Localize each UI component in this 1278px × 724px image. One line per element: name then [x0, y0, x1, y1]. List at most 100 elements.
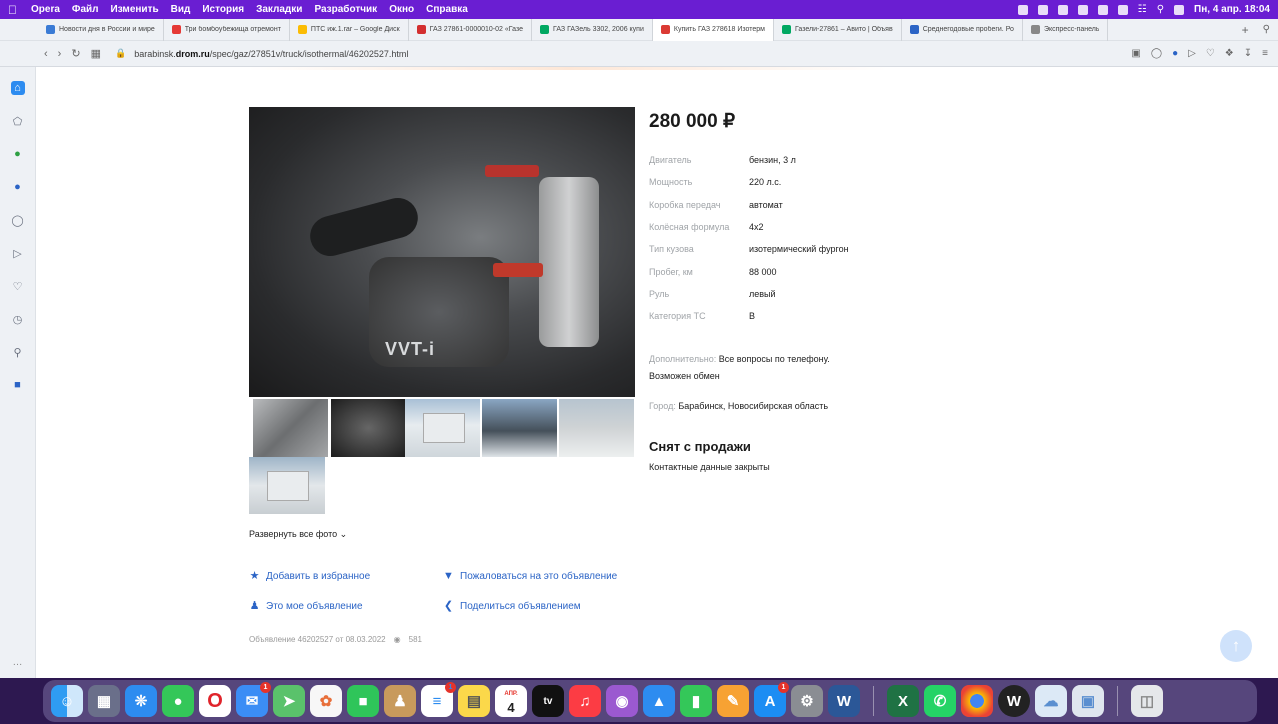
- browser-tab[interactable]: ГАЗ ГАЗель 3302, 2006 купи: [532, 18, 653, 41]
- whatsapp-dock-icon[interactable]: ✆: [924, 685, 956, 717]
- mail-icon[interactable]: ✉ 1: [236, 682, 271, 717]
- menu-bookmarks[interactable]: Закладки: [256, 4, 302, 15]
- status-icon[interactable]: [1097, 4, 1108, 15]
- browser-tab[interactable]: Три бомбоубежища отремонт: [164, 18, 290, 41]
- home-icon[interactable]: ⌂: [10, 81, 25, 95]
- app-w-icon[interactable]: W: [998, 685, 1030, 717]
- messages-icon[interactable]: ●: [162, 685, 194, 717]
- reminders-icon[interactable]: ≡ 1: [421, 682, 456, 717]
- contacts-icon[interactable]: ♟: [384, 685, 416, 717]
- menu-history[interactable]: История: [202, 4, 244, 15]
- photos-icon[interactable]: ✿: [310, 685, 342, 717]
- forward-icon[interactable]: ›: [58, 48, 62, 60]
- pages-icon[interactable]: ✎: [717, 685, 749, 717]
- translate-icon[interactable]: ■: [11, 378, 25, 392]
- lock-icon[interactable]: 🔒: [115, 48, 126, 59]
- expand-photos-link[interactable]: Развернуть все фото ⌄: [249, 529, 347, 540]
- thumbnail-photo[interactable]: [405, 399, 480, 457]
- share-link[interactable]: ❮ Поделиться объявлением: [443, 601, 581, 613]
- url-field[interactable]: barabinsk.drom.ru/spec/gaz/27851v/truck/…: [134, 49, 408, 59]
- trash-icon[interactable]: ◫: [1131, 685, 1163, 717]
- player-icon[interactable]: ▷: [1188, 48, 1196, 59]
- status-icon[interactable]: [1057, 4, 1068, 15]
- safari-icon[interactable]: ❊: [125, 685, 157, 717]
- browser-tab[interactable]: ГАЗ 27861-0000010-02 «Газе: [409, 18, 532, 41]
- cloud-app-icon[interactable]: ☁: [1035, 685, 1067, 717]
- vk-icon[interactable]: ●: [11, 180, 25, 194]
- status-icon[interactable]: [1017, 4, 1028, 15]
- thumbnail-photo[interactable]: [253, 399, 328, 457]
- menu-view[interactable]: Вид: [171, 4, 191, 15]
- my-listing-link[interactable]: ♟ Это мое объявление: [249, 601, 363, 613]
- snapshot-icon[interactable]: ▣: [1131, 48, 1140, 59]
- whatsapp-icon[interactable]: ◯: [11, 213, 25, 227]
- menu-edit[interactable]: Изменить: [111, 4, 159, 15]
- extensions-icon[interactable]: ❖: [1225, 48, 1234, 59]
- appstore-icon[interactable]: A1: [754, 682, 789, 717]
- menu-window[interactable]: Окно: [389, 4, 414, 15]
- podcasts-icon[interactable]: ◉: [606, 685, 638, 717]
- new-tab-button[interactable]: +: [1228, 23, 1263, 37]
- wifi-icon[interactable]: ☷: [1138, 4, 1147, 15]
- main-photo[interactable]: VVT-i: [249, 107, 635, 397]
- browser-tab[interactable]: Новости дня в России и мире: [38, 18, 164, 41]
- menu-file[interactable]: Файл: [72, 4, 99, 15]
- browser-tab[interactable]: ПТС иж.1.rar – Google Диск: [290, 18, 409, 41]
- launchpad-icon[interactable]: ▦: [88, 685, 120, 717]
- back-icon[interactable]: ‹: [44, 48, 48, 60]
- tab-favicon-icon: [540, 25, 549, 34]
- thumbnail-photo[interactable]: [249, 457, 325, 514]
- notes-icon[interactable]: ▤: [458, 685, 490, 717]
- pinboard-icon[interactable]: ⚲: [11, 345, 25, 359]
- control-center-icon[interactable]: [1174, 4, 1185, 15]
- appletv-icon[interactable]: tv: [532, 685, 564, 717]
- thumbnail-photo[interactable]: [331, 399, 406, 457]
- excel-icon[interactable]: X: [887, 685, 919, 717]
- calendar-icon[interactable]: АПР. 4: [495, 685, 527, 717]
- status-icon[interactable]: [1077, 4, 1088, 15]
- browser-tab[interactable]: Газели-27861 – Авито | Объяв: [774, 18, 902, 41]
- menu-developer[interactable]: Разработчик: [314, 4, 377, 15]
- finder-icon[interactable]: ☺: [51, 685, 83, 717]
- facetime-icon[interactable]: ■: [347, 685, 379, 717]
- sidebar-more-icon[interactable]: …: [13, 657, 23, 668]
- numbers-icon[interactable]: ▮: [680, 685, 712, 717]
- crypto-wallet-icon[interactable]: ⬠: [11, 114, 25, 128]
- browser-tab[interactable]: Экспресс-панель: [1023, 18, 1109, 41]
- favorites-sidebar-icon[interactable]: ♡: [11, 279, 25, 293]
- status-heading: Снят с продажи: [649, 439, 751, 455]
- player-sidebar-icon[interactable]: ▷: [11, 246, 25, 260]
- thumbnail-photo[interactable]: [482, 399, 557, 457]
- menu-app-name[interactable]: Opera: [31, 4, 60, 15]
- apple-menu-icon[interactable]: : [8, 3, 17, 17]
- chrome-icon[interactable]: [961, 685, 993, 717]
- browser-tab[interactable]: Купить ГАЗ 278618 Изотерм: [652, 18, 774, 41]
- spotlight-icon[interactable]: ⚲: [1157, 4, 1164, 15]
- status-icon[interactable]: [1037, 4, 1048, 15]
- music-icon[interactable]: ♫: [569, 685, 601, 717]
- scroll-top-button[interactable]: ↑: [1220, 630, 1252, 662]
- complain-link[interactable]: ▼ Пожаловаться на это объявление: [443, 571, 617, 583]
- camera-icon[interactable]: ◯: [1151, 48, 1162, 59]
- maps-icon[interactable]: ➤: [273, 685, 305, 717]
- messenger-icon[interactable]: ●: [11, 147, 25, 161]
- history-sidebar-icon[interactable]: ◷: [11, 312, 25, 326]
- easy-setup-icon[interactable]: ≡: [1262, 48, 1268, 59]
- battery-icon[interactable]: [1117, 4, 1128, 15]
- heart-icon[interactable]: ♡: [1206, 48, 1215, 59]
- keynote-icon[interactable]: ▲: [643, 685, 675, 717]
- browser-tab[interactable]: Среднегодовые пробеги. Ро: [902, 18, 1023, 41]
- menu-help[interactable]: Справка: [426, 4, 468, 15]
- speed-dial-icon[interactable]: ▦: [91, 47, 101, 60]
- word-icon[interactable]: W: [828, 685, 860, 717]
- opera-icon[interactable]: O: [199, 685, 231, 717]
- thumbnail-photo[interactable]: [559, 399, 634, 457]
- tab-search-icon[interactable]: ⚲: [1263, 24, 1278, 35]
- vpn-icon[interactable]: ●: [1172, 48, 1178, 59]
- add-favorite-link[interactable]: ★ Добавить в избранное: [249, 571, 371, 583]
- menubar-clock[interactable]: Пн, 4 апр. 18:04: [1194, 4, 1270, 15]
- download-icon[interactable]: ↧: [1244, 48, 1252, 59]
- reload-icon[interactable]: ↻: [71, 47, 80, 60]
- preview-icon[interactable]: ▣: [1072, 685, 1104, 717]
- system-preferences-icon[interactable]: ⚙: [791, 685, 823, 717]
